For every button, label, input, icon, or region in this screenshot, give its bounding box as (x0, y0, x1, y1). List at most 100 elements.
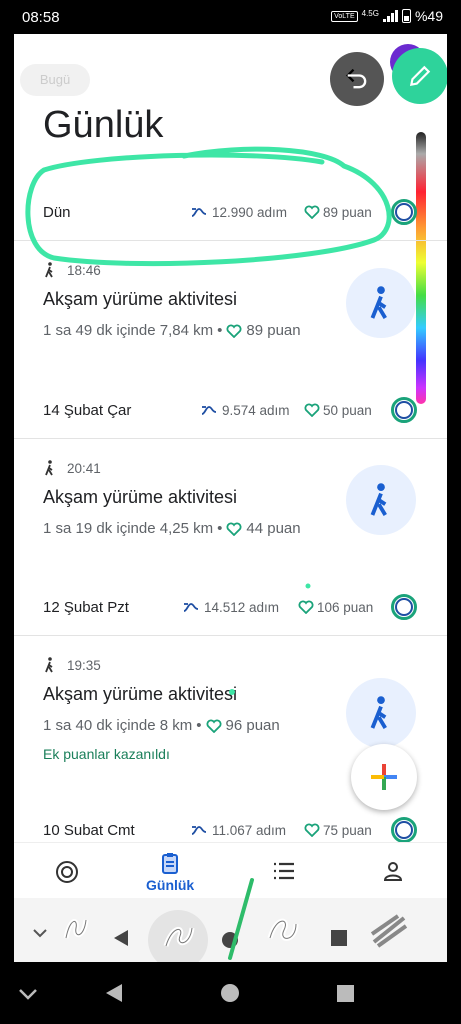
plus-icon (371, 764, 397, 790)
day-summary-row[interactable]: 14 Şubat Çar 9.574 adım 50 puan (14, 390, 419, 430)
divider (14, 438, 447, 439)
recents-button-icon (337, 985, 354, 1002)
activity-walk-icon-button[interactable] (346, 465, 416, 535)
volte-badge: VoLTE (331, 10, 358, 22)
divider (14, 240, 447, 241)
walk-small-icon (45, 460, 53, 476)
goal-ring-icon (391, 817, 417, 843)
system-nav-icons (19, 984, 354, 1002)
day-label: 14 Şubat Çar (43, 401, 132, 419)
add-activity-button[interactable] (351, 744, 417, 810)
nav-profile[interactable] (381, 859, 405, 883)
walk-small-icon (45, 262, 53, 278)
color-scale-bar (416, 132, 426, 404)
activity-summary: 1 sa 49 dk içinde 7,84 km • 89 puan (43, 322, 301, 339)
steps-value: 14.512 adım (204, 599, 280, 615)
steps-icon (201, 406, 217, 415)
day-summary-row[interactable]: Dün 12.990 adım 89 puan (14, 192, 419, 232)
steps-stat: 9.574 adım (200, 403, 290, 418)
network-type: 4.5G (361, 8, 379, 18)
heart-points-icon (304, 403, 320, 417)
points-stat: 106 puan (298, 600, 373, 615)
status-icons: VoLTE 4.5G %49 (331, 8, 443, 24)
activity-summary: 1 sa 19 dk içinde 4,25 km • 44 puan (43, 520, 301, 537)
undo-button[interactable] (330, 52, 384, 106)
points-stat: 89 puan (304, 205, 372, 220)
points-value: 106 puan (317, 599, 374, 615)
steps-stat: 12.990 adım (190, 205, 287, 220)
steps-icon (191, 826, 207, 835)
crosshatch-icon (370, 914, 408, 948)
steps-value: 11.067 adım (212, 822, 287, 838)
steps-stat: 11.067 adım (190, 823, 286, 838)
steps-icon (191, 208, 207, 217)
goal-ring-icon (391, 397, 417, 423)
steps-value: 9.574 adım (222, 402, 290, 418)
points-value: 75 puan (323, 822, 372, 838)
steps-icon (183, 603, 199, 612)
walk-small-icon (45, 657, 53, 673)
day-label: 10 Subat Cmt (43, 821, 135, 839)
list-icon (274, 862, 294, 880)
day-label: 12 Şubat Pzt (43, 598, 129, 616)
activity-title[interactable]: Akşam yürüme aktivitesi (43, 487, 237, 508)
activity-time: 19:35 (43, 657, 101, 673)
heart-points-icon (298, 600, 314, 614)
system-navigation-bar (0, 962, 461, 1024)
heart-points-icon (226, 324, 242, 338)
activity-time: 18:46 (43, 262, 101, 278)
bullet-separator: • (217, 322, 223, 339)
heart-points-icon (304, 823, 320, 837)
clipboard-icon (162, 853, 179, 874)
activity-summary-text: 1 sa 49 dk içinde 7,84 km (43, 322, 214, 339)
steps-stat: 14.512 adım (182, 600, 279, 615)
pencil-icon (409, 65, 431, 87)
battery-percent: %49 (414, 8, 443, 24)
gesture-bar-graphics (33, 910, 408, 962)
goal-ring-icon (391, 594, 417, 620)
goal-ring-icon (391, 199, 417, 225)
heart-points-icon (226, 522, 242, 536)
divider (14, 635, 447, 636)
bottom-navigation: Günlük (14, 842, 447, 898)
steps-value: 12.990 adım (212, 204, 288, 220)
day-summary-row[interactable]: 12 Şubat Pzt 14.512 adım 106 puan (14, 587, 419, 627)
nav-journal[interactable]: Günlük (146, 851, 194, 893)
home-dot-icon (222, 932, 238, 948)
activity-title[interactable]: Akşam yürüme aktivitesi (43, 289, 237, 310)
activity-title[interactable]: Akşam yürüme aktivitesi (43, 684, 237, 705)
status-time: 08:58 (22, 9, 60, 26)
heart-points-icon (206, 719, 221, 733)
app-screen: Bugü Günlük Dün 12.990 adım 89 puan 18:4… (14, 34, 447, 962)
battery-icon (401, 9, 411, 23)
activity-points: 44 puan (246, 520, 301, 537)
activity-time-value: 18:46 (67, 262, 101, 278)
activity-walk-icon-button[interactable] (346, 678, 416, 748)
bullet-separator: • (196, 717, 202, 734)
home-button-icon (221, 984, 239, 1002)
activity-summary-text: 1 sa 19 dk içinde 4,25 km (43, 520, 214, 537)
activity-points: 96 puan (225, 717, 280, 734)
bullet-separator: • (217, 520, 223, 537)
walk-icon (370, 483, 387, 516)
collapse-icon (33, 929, 47, 938)
edit-button[interactable] (392, 48, 447, 104)
back-button-icon (106, 984, 122, 1002)
today-chip[interactable]: Bugü (20, 64, 90, 96)
person-icon (383, 862, 403, 881)
activity-walk-icon-button[interactable] (346, 268, 416, 338)
points-stat: 75 puan (304, 823, 372, 838)
gesture-bar (14, 898, 447, 962)
heart-points-icon (304, 205, 320, 219)
walk-icon (370, 286, 387, 319)
points-value: 89 puan (323, 204, 372, 220)
activity-points: 89 puan (246, 322, 301, 339)
activity-summary-text: 1 sa 40 dk içinde 8 km (43, 717, 193, 734)
points-value: 50 puan (323, 402, 372, 418)
nav-home[interactable] (54, 859, 80, 885)
nav-browse[interactable] (272, 861, 296, 881)
undo-icon (346, 68, 367, 89)
recents-square-icon (331, 930, 347, 946)
signal-icon (382, 10, 398, 22)
back-arrow-icon (114, 930, 128, 946)
